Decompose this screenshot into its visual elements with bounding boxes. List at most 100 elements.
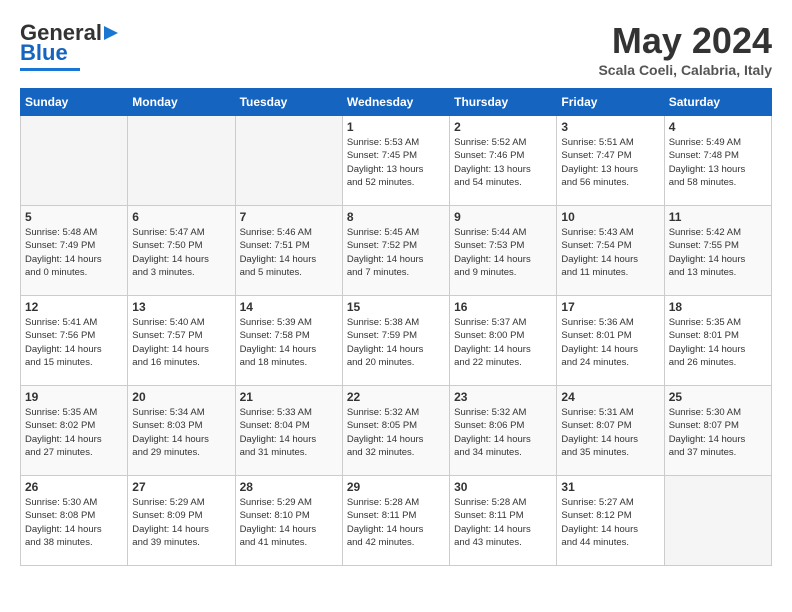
month-title: May 2024 [598,20,772,62]
calendar-cell [235,116,342,206]
logo-blue: Blue [20,40,68,66]
calendar-cell: 9Sunrise: 5:44 AM Sunset: 7:53 PM Daylig… [450,206,557,296]
calendar-cell: 19 Sunrise: 5:35 AM Sunset: 8:02 PM Dayli… [21,386,128,476]
day-number: 15 [347,300,445,314]
day-info: Sunrise: 5:38 AM Sunset: 7:59 PM Dayligh… [347,316,445,369]
logo-underline [20,68,80,71]
calendar-cell: 31 Sunrise: 5:27 AM Sunset: 8:12 PM Dayli… [557,476,664,566]
day-number: 16 [454,300,552,314]
calendar-cell: 25Sunrise: 5:30 AM Sunset: 8:07 PM Dayli… [664,386,771,476]
day-number: 5 [25,210,123,224]
day-number: 31 [561,480,659,494]
calendar-cell: 7 Sunrise: 5:46 AM Sunset: 7:51 PM Daylig… [235,206,342,296]
day-info: Sunrise: 5:30 AM Sunset: 8:08 PM Dayligh… [25,496,123,549]
day-info: Sunrise: 5:52 AM Sunset: 7:46 PM Dayligh… [454,136,552,189]
calendar-cell: 30 Sunrise: 5:28 AM Sunset: 8:11 PM Dayli… [450,476,557,566]
calendar-week-row: 12 Sunrise: 5:41 AM Sunset: 7:56 PM Dayli… [21,296,772,386]
column-header-monday: Monday [128,89,235,116]
calendar-week-row: 5 Sunrise: 5:48 AM Sunset: 7:49 PM Daylig… [21,206,772,296]
logo-icon [104,24,126,42]
calendar-cell: 24 Sunrise: 5:31 AM Sunset: 8:07 PM Dayli… [557,386,664,476]
day-number: 8 [347,210,445,224]
day-number: 26 [25,480,123,494]
calendar-cell: 4Sunrise: 5:49 AM Sunset: 7:48 PM Daylig… [664,116,771,206]
day-info: Sunrise: 5:41 AM Sunset: 7:56 PM Dayligh… [25,316,123,369]
day-number: 4 [669,120,767,134]
day-info: Sunrise: 5:28 AM Sunset: 8:11 PM Dayligh… [347,496,445,549]
day-number: 18 [669,300,767,314]
day-number: 20 [132,390,230,404]
calendar-cell: 22 Sunrise: 5:32 AM Sunset: 8:05 PM Dayli… [342,386,449,476]
day-info: Sunrise: 5:31 AM Sunset: 8:07 PM Dayligh… [561,406,659,459]
calendar-cell [128,116,235,206]
calendar-cell [21,116,128,206]
day-info: Sunrise: 5:40 AM Sunset: 7:57 PM Dayligh… [132,316,230,369]
calendar-week-row: 1Sunrise: 5:53 AM Sunset: 7:45 PM Daylig… [21,116,772,206]
day-number: 30 [454,480,552,494]
calendar-header-row: SundayMondayTuesdayWednesdayThursdayFrid… [21,89,772,116]
day-number: 22 [347,390,445,404]
calendar-cell: 16 Sunrise: 5:37 AM Sunset: 8:00 PM Dayli… [450,296,557,386]
calendar-cell: 27Sunrise: 5:29 AM Sunset: 8:09 PM Dayli… [128,476,235,566]
day-number: 1 [347,120,445,134]
calendar-table: SundayMondayTuesdayWednesdayThursdayFrid… [20,88,772,566]
calendar-cell: 29Sunrise: 5:28 AM Sunset: 8:11 PM Dayli… [342,476,449,566]
day-info: Sunrise: 5:48 AM Sunset: 7:49 PM Dayligh… [25,226,123,279]
day-info: Sunrise: 5:42 AM Sunset: 7:55 PM Dayligh… [669,226,767,279]
day-info: Sunrise: 5:36 AM Sunset: 8:01 PM Dayligh… [561,316,659,369]
day-number: 14 [240,300,338,314]
day-info: Sunrise: 5:29 AM Sunset: 8:10 PM Dayligh… [240,496,338,549]
day-number: 28 [240,480,338,494]
day-number: 19 [25,390,123,404]
day-number: 21 [240,390,338,404]
day-info: Sunrise: 5:45 AM Sunset: 7:52 PM Dayligh… [347,226,445,279]
day-number: 7 [240,210,338,224]
calendar-cell: 2 Sunrise: 5:52 AM Sunset: 7:46 PM Daylig… [450,116,557,206]
day-number: 6 [132,210,230,224]
calendar-cell: 26 Sunrise: 5:30 AM Sunset: 8:08 PM Dayli… [21,476,128,566]
day-info: Sunrise: 5:30 AM Sunset: 8:07 PM Dayligh… [669,406,767,459]
day-info: Sunrise: 5:37 AM Sunset: 8:00 PM Dayligh… [454,316,552,369]
day-info: Sunrise: 5:35 AM Sunset: 8:02 PM Dayligh… [25,406,123,459]
calendar-cell: 8 Sunrise: 5:45 AM Sunset: 7:52 PM Daylig… [342,206,449,296]
day-number: 11 [669,210,767,224]
day-number: 10 [561,210,659,224]
column-header-saturday: Saturday [664,89,771,116]
day-number: 12 [25,300,123,314]
day-info: Sunrise: 5:35 AM Sunset: 8:01 PM Dayligh… [669,316,767,369]
calendar-cell: 18 Sunrise: 5:35 AM Sunset: 8:01 PM Dayli… [664,296,771,386]
day-info: Sunrise: 5:27 AM Sunset: 8:12 PM Dayligh… [561,496,659,549]
day-info: Sunrise: 5:44 AM Sunset: 7:53 PM Dayligh… [454,226,552,279]
day-info: Sunrise: 5:51 AM Sunset: 7:47 PM Dayligh… [561,136,659,189]
day-number: 24 [561,390,659,404]
column-header-tuesday: Tuesday [235,89,342,116]
calendar-cell: 10 Sunrise: 5:43 AM Sunset: 7:54 PM Dayli… [557,206,664,296]
day-number: 27 [132,480,230,494]
day-info: Sunrise: 5:32 AM Sunset: 8:06 PM Dayligh… [454,406,552,459]
logo: General Blue [20,20,126,71]
day-number: 23 [454,390,552,404]
day-number: 2 [454,120,552,134]
calendar-cell: 21Sunrise: 5:33 AM Sunset: 8:04 PM Dayli… [235,386,342,476]
location: Scala Coeli, Calabria, Italy [598,62,772,78]
day-number: 17 [561,300,659,314]
column-header-friday: Friday [557,89,664,116]
day-number: 13 [132,300,230,314]
day-number: 3 [561,120,659,134]
day-info: Sunrise: 5:39 AM Sunset: 7:58 PM Dayligh… [240,316,338,369]
day-info: Sunrise: 5:43 AM Sunset: 7:54 PM Dayligh… [561,226,659,279]
calendar-cell: 11 Sunrise: 5:42 AM Sunset: 7:55 PM Dayli… [664,206,771,296]
calendar-cell: 28 Sunrise: 5:29 AM Sunset: 8:10 PM Dayli… [235,476,342,566]
calendar-cell: 1Sunrise: 5:53 AM Sunset: 7:45 PM Daylig… [342,116,449,206]
day-info: Sunrise: 5:28 AM Sunset: 8:11 PM Dayligh… [454,496,552,549]
column-header-wednesday: Wednesday [342,89,449,116]
calendar-cell: 14 Sunrise: 5:39 AM Sunset: 7:58 PM Dayli… [235,296,342,386]
day-info: Sunrise: 5:34 AM Sunset: 8:03 PM Dayligh… [132,406,230,459]
day-info: Sunrise: 5:46 AM Sunset: 7:51 PM Dayligh… [240,226,338,279]
calendar-week-row: 26 Sunrise: 5:30 AM Sunset: 8:08 PM Dayli… [21,476,772,566]
calendar-cell: 12 Sunrise: 5:41 AM Sunset: 7:56 PM Dayli… [21,296,128,386]
day-info: Sunrise: 5:32 AM Sunset: 8:05 PM Dayligh… [347,406,445,459]
calendar-week-row: 19 Sunrise: 5:35 AM Sunset: 8:02 PM Dayli… [21,386,772,476]
calendar-cell: 20 Sunrise: 5:34 AM Sunset: 8:03 PM Dayli… [128,386,235,476]
page-header: General Blue May 2024 Scala Coeli, Calab… [20,20,772,78]
